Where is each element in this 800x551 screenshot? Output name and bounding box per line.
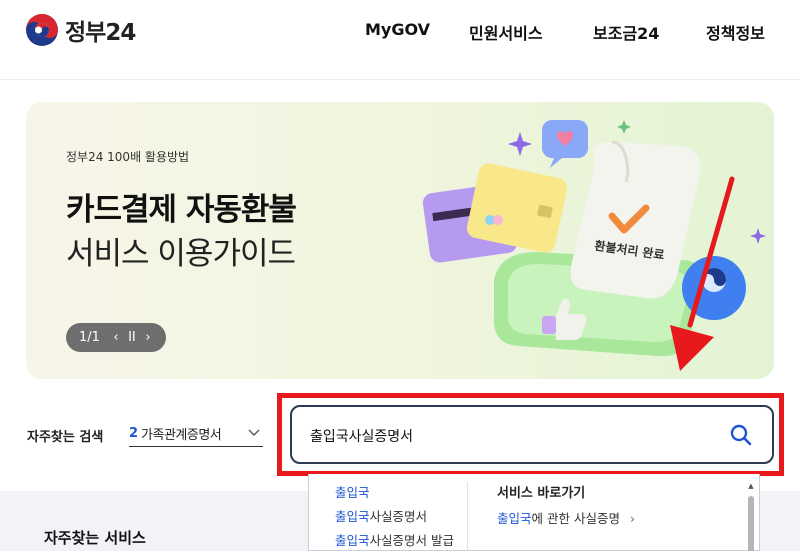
suggestion-item[interactable]: 출입국사실증명서 [335,506,454,530]
chevron-right-icon[interactable]: › [140,330,156,345]
frequent-search-select[interactable]: 2 가족관계증명서 [129,421,263,447]
chevron-down-icon[interactable] [247,425,261,439]
banner-page-count: 1/1 [79,330,100,345]
chevron-right-icon: › [629,511,635,526]
red-arrow-annotation [670,176,735,371]
search-input-value[interactable]: 출입국사실증명서 [310,426,413,446]
nav-mygov[interactable]: MyGOV [365,20,430,44]
frequent-search-rank: 2 [129,426,139,441]
search-input[interactable]: 출입국사실증명서 [290,405,774,464]
scrollbar-thumb[interactable] [748,496,754,551]
shortcut-rest: 에 관한 사실증명 [531,511,620,526]
search-suggestions-dropdown: 출입국 출입국사실증명서 출입국사실증명서 발급 서비스 바로가기 출입국에 관… [308,474,760,551]
shortcut-highlight: 출입국 [497,511,532,526]
nav-policy-info[interactable]: 정책정보 [706,20,765,44]
suggestion-rest: 사실증명서 [369,509,428,524]
suggestion-highlight: 출입국 [335,533,370,548]
suggestion-highlight: 출입국 [335,485,370,500]
logo[interactable]: 정부24 [25,13,136,47]
suggestion-list: 출입국 출입국사실증명서 출입국사실증명서 발급 [335,482,454,551]
suggestion-rest: 사실증명서 발급 [369,533,454,548]
logo-text: 정부24 [65,20,136,46]
frequent-search-label: 자주찾는 검색 [27,430,104,445]
nav-civil-services[interactable]: 민원서비스 [469,20,543,44]
site-header: 정부24 MyGOV 민원서비스 보조금24 정책정보 [0,0,800,80]
service-shortcut-link[interactable]: 출입국에 관한 사실증명 › [497,508,635,527]
scroll-up-icon[interactable]: ▲ [747,482,755,490]
banner-title-line1: 카드결제 자동환불 [66,192,297,228]
service-shortcuts: 서비스 바로가기 출입국에 관한 사실증명 › [497,482,635,527]
suggestion-highlight: 출입국 [335,509,370,524]
taegeuk-logo-icon [26,14,58,46]
banner-title-line2: 서비스 이용가이드 [66,236,296,272]
service-shortcut-heading: 서비스 바로가기 [497,486,586,501]
dropdown-divider [467,482,468,551]
dropdown-scrollbar[interactable]: ▲ [747,482,755,551]
frequent-search-term: 가족관계증명서 [141,428,222,443]
chevron-left-icon[interactable]: ‹ [108,330,124,345]
banner-subtitle: 정부24 100배 활용방법 [66,150,190,164]
nav-subsidy24[interactable]: 보조금24 [593,20,659,44]
pause-icon[interactable]: II [124,330,140,345]
suggestion-item[interactable]: 출입국 [335,482,454,506]
banner-pager: 1/1 ‹ II › [66,323,166,352]
frequent-services-heading: 자주찾는 서비스 [44,529,146,547]
suggestion-item[interactable]: 출입국사실증명서 발급 [335,530,454,551]
search-icon[interactable] [730,424,752,446]
